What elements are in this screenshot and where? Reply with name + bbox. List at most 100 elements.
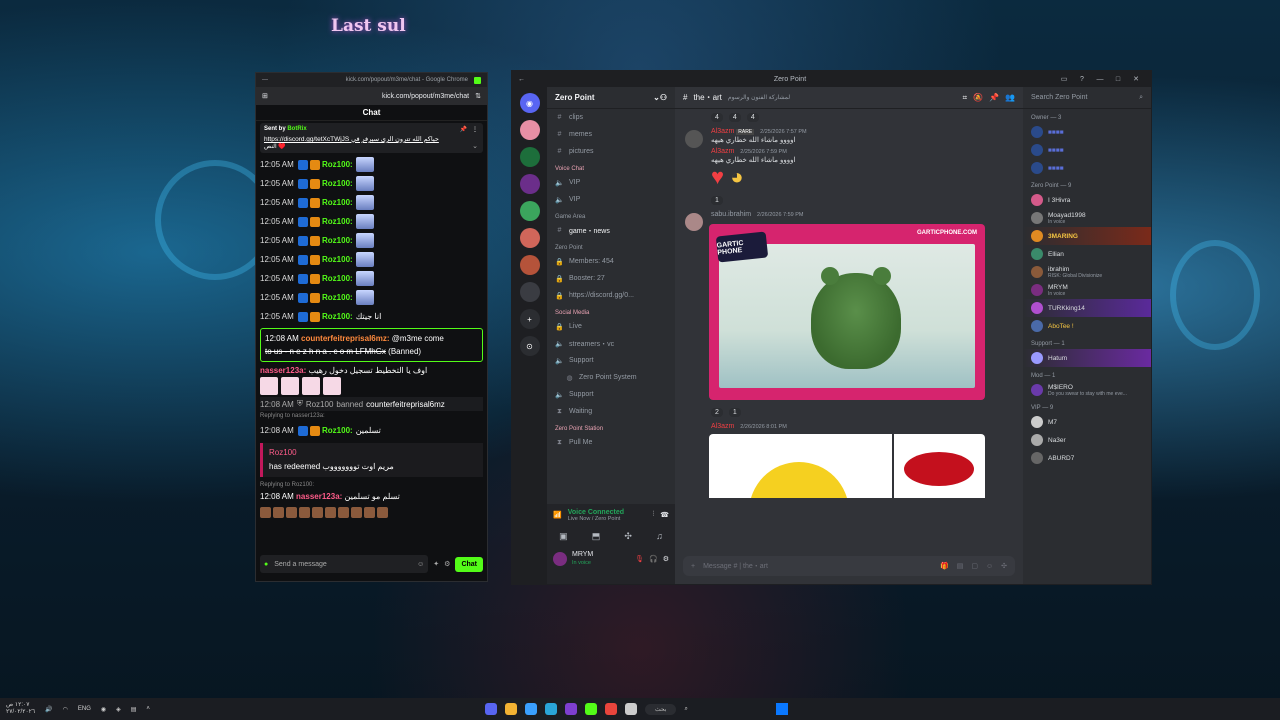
msg-user[interactable]: Roz100:	[322, 255, 353, 264]
app-tray-icon[interactable]: ◉	[101, 706, 106, 713]
members-icon[interactable]: 👥	[1005, 93, 1015, 102]
member-row[interactable]: M$IERO Do you swear to stay with me eve..…	[1023, 381, 1151, 399]
emote-icon[interactable]	[273, 507, 284, 518]
server-icon[interactable]	[519, 174, 540, 194]
discover-icon[interactable]: ⊙	[519, 336, 540, 356]
lips-image[interactable]	[893, 434, 985, 498]
member-row[interactable]: Moayad1998 In voice	[1023, 209, 1151, 227]
voice-channel[interactable]: 🔈 streamers・vc	[547, 335, 675, 352]
msg-user[interactable]: Roz100:	[322, 312, 353, 321]
app-tray-icon[interactable]: ◈	[116, 706, 121, 713]
plus-icon[interactable]: +	[691, 563, 695, 570]
user-panel[interactable]: MRYM In voice 🎙 🎧 ⚙	[547, 546, 675, 572]
chevron-down-icon[interactable]: ⌄	[653, 93, 660, 102]
gear-icon[interactable]: ⚙	[663, 555, 669, 563]
reaction-chip[interactable]: 4	[728, 113, 741, 122]
reaction-chip[interactable]: 4	[746, 113, 759, 122]
member-row[interactable]: I 3Hivra	[1023, 191, 1151, 209]
author-name[interactable]: Al3azm	[711, 148, 734, 155]
chevron-up-icon[interactable]: ˄	[146, 706, 150, 712]
voice-channel[interactable]: 🔈 VIP	[547, 191, 675, 208]
channel-item[interactable]: 🔒 Live	[547, 318, 675, 335]
member-row[interactable]: Na3er	[1023, 431, 1151, 449]
server-icon[interactable]	[519, 255, 540, 275]
mute-icon[interactable]: 🎙	[635, 555, 644, 563]
kick-extension-icon[interactable]	[474, 76, 481, 84]
gif-icon[interactable]: ▤	[957, 562, 964, 570]
mic-icon[interactable]: ●	[264, 561, 268, 568]
avatar[interactable]	[553, 552, 567, 566]
member-row[interactable]: Ellian	[1023, 245, 1151, 263]
image-attachments[interactable]	[709, 434, 985, 498]
threads-icon[interactable]: ⌗	[963, 93, 968, 103]
emote-icon[interactable]	[338, 507, 349, 518]
app-icon[interactable]	[525, 703, 537, 715]
category-game-area[interactable]: Game Area	[547, 208, 675, 222]
file-explorer-icon[interactable]	[505, 703, 517, 715]
activities-icon[interactable]: ✣	[624, 531, 632, 542]
msg-user[interactable]: Roz100:	[322, 274, 353, 283]
msg-user[interactable]: nasser123a:	[296, 492, 342, 501]
chat-send-button[interactable]: Chat	[455, 556, 483, 572]
stat-channel[interactable]: 🔒 Members: 454	[547, 253, 675, 270]
voice-member[interactable]: ◍ Zero Point System	[547, 369, 675, 386]
reply-context[interactable]: Replying to Roz100:	[260, 480, 483, 490]
help-icon[interactable]: ?	[1073, 76, 1091, 83]
reply-context[interactable]: Replying to nasser123a:	[260, 411, 483, 421]
author-name[interactable]: sabu.ibrahim	[711, 211, 751, 218]
category-zero-point[interactable]: Zero Point	[547, 239, 675, 253]
discord-app-icon[interactable]	[485, 703, 497, 715]
redeem-user[interactable]: Roz100	[269, 446, 477, 460]
telegram-icon[interactable]	[545, 703, 557, 715]
category-social-media[interactable]: Social Media	[547, 304, 675, 318]
message-composer[interactable]: + Message # | the・art 🎁 ▤ ▢ ☺ ✣	[683, 556, 1015, 576]
deafen-icon[interactable]: 🎧	[649, 555, 658, 563]
channel-item[interactable]: # pictures	[547, 143, 675, 160]
pinned-message[interactable]: Sent by BotRix 📌 ⋮ https://discord.gg/te…	[260, 123, 483, 153]
msg-user[interactable]: Roz100:	[322, 293, 353, 302]
search-icon[interactable]: ⌕	[1139, 94, 1143, 102]
server-icon[interactable]	[519, 120, 540, 140]
voice-channel[interactable]: 🔈 Support	[547, 386, 675, 403]
pinned-link[interactable]: https://discord.gg/tetXcTWjJS حياكم الله…	[264, 135, 479, 143]
maximize-icon[interactable]: □	[1109, 76, 1127, 83]
category-voice-chat[interactable]: Voice Chat	[547, 160, 675, 174]
taskbar-search[interactable]: بحث	[645, 703, 677, 715]
channel-item[interactable]: # clips	[547, 109, 675, 126]
msg-user[interactable]: Roz100:	[322, 160, 353, 169]
member-row[interactable]: M7	[1023, 413, 1151, 431]
msg-user[interactable]: counterfeitreprisal6mz:	[301, 334, 389, 343]
member-row[interactable]: 3MARING	[1023, 227, 1151, 245]
pin-icon[interactable]: 📌	[989, 93, 999, 102]
sticker-icon[interactable]: ▢	[971, 562, 978, 570]
member-row[interactable]: ■■■■	[1023, 159, 1151, 177]
wifi-icon[interactable]: ◠	[63, 706, 68, 713]
highlighted-message[interactable]: 12:08 AM counterfeitreprisal6mz: @m3me c…	[260, 328, 483, 362]
emote-icon[interactable]	[260, 507, 271, 518]
soundboard-icon[interactable]: ♫	[656, 531, 663, 541]
camera-icon[interactable]: ▣	[559, 531, 568, 542]
settings-icon[interactable]: ⇅	[475, 92, 481, 100]
server-icon[interactable]	[519, 228, 540, 248]
search-icon[interactable]: ⌕	[684, 706, 687, 713]
msg-user[interactable]: Roz100:	[322, 179, 353, 188]
search-box[interactable]: Search Zero Point ⌕	[1023, 87, 1151, 109]
guild-header[interactable]: Zero Point ⌄ ⚇	[547, 87, 675, 109]
reaction-chip[interactable]: 4	[711, 113, 723, 122]
member-row[interactable]: MRYM In voice	[1023, 281, 1151, 299]
msg-user[interactable]: nasser123a:	[260, 366, 306, 375]
chrome-icon[interactable]	[605, 703, 617, 715]
emote-picker-row[interactable]	[260, 507, 483, 518]
disconnect-icon[interactable]: ☎	[660, 511, 669, 519]
emote-icon[interactable]	[299, 507, 310, 518]
member-row[interactable]: Hatum	[1023, 349, 1151, 367]
author-name[interactable]: Al3azm	[711, 128, 734, 135]
voice-channel[interactable]: 🔈 Support	[547, 352, 675, 369]
emote-icon[interactable]	[286, 507, 297, 518]
msg-user[interactable]: Roz100:	[322, 198, 353, 207]
channel-item[interactable]: # memes	[547, 126, 675, 143]
pin-icon[interactable]: 📌	[460, 126, 467, 133]
chevron-down-icon[interactable]: ⌄	[472, 142, 478, 150]
voice-channel[interactable]: 🔈 VIP	[547, 174, 675, 191]
emoji-icon[interactable]: ☺	[417, 561, 424, 568]
